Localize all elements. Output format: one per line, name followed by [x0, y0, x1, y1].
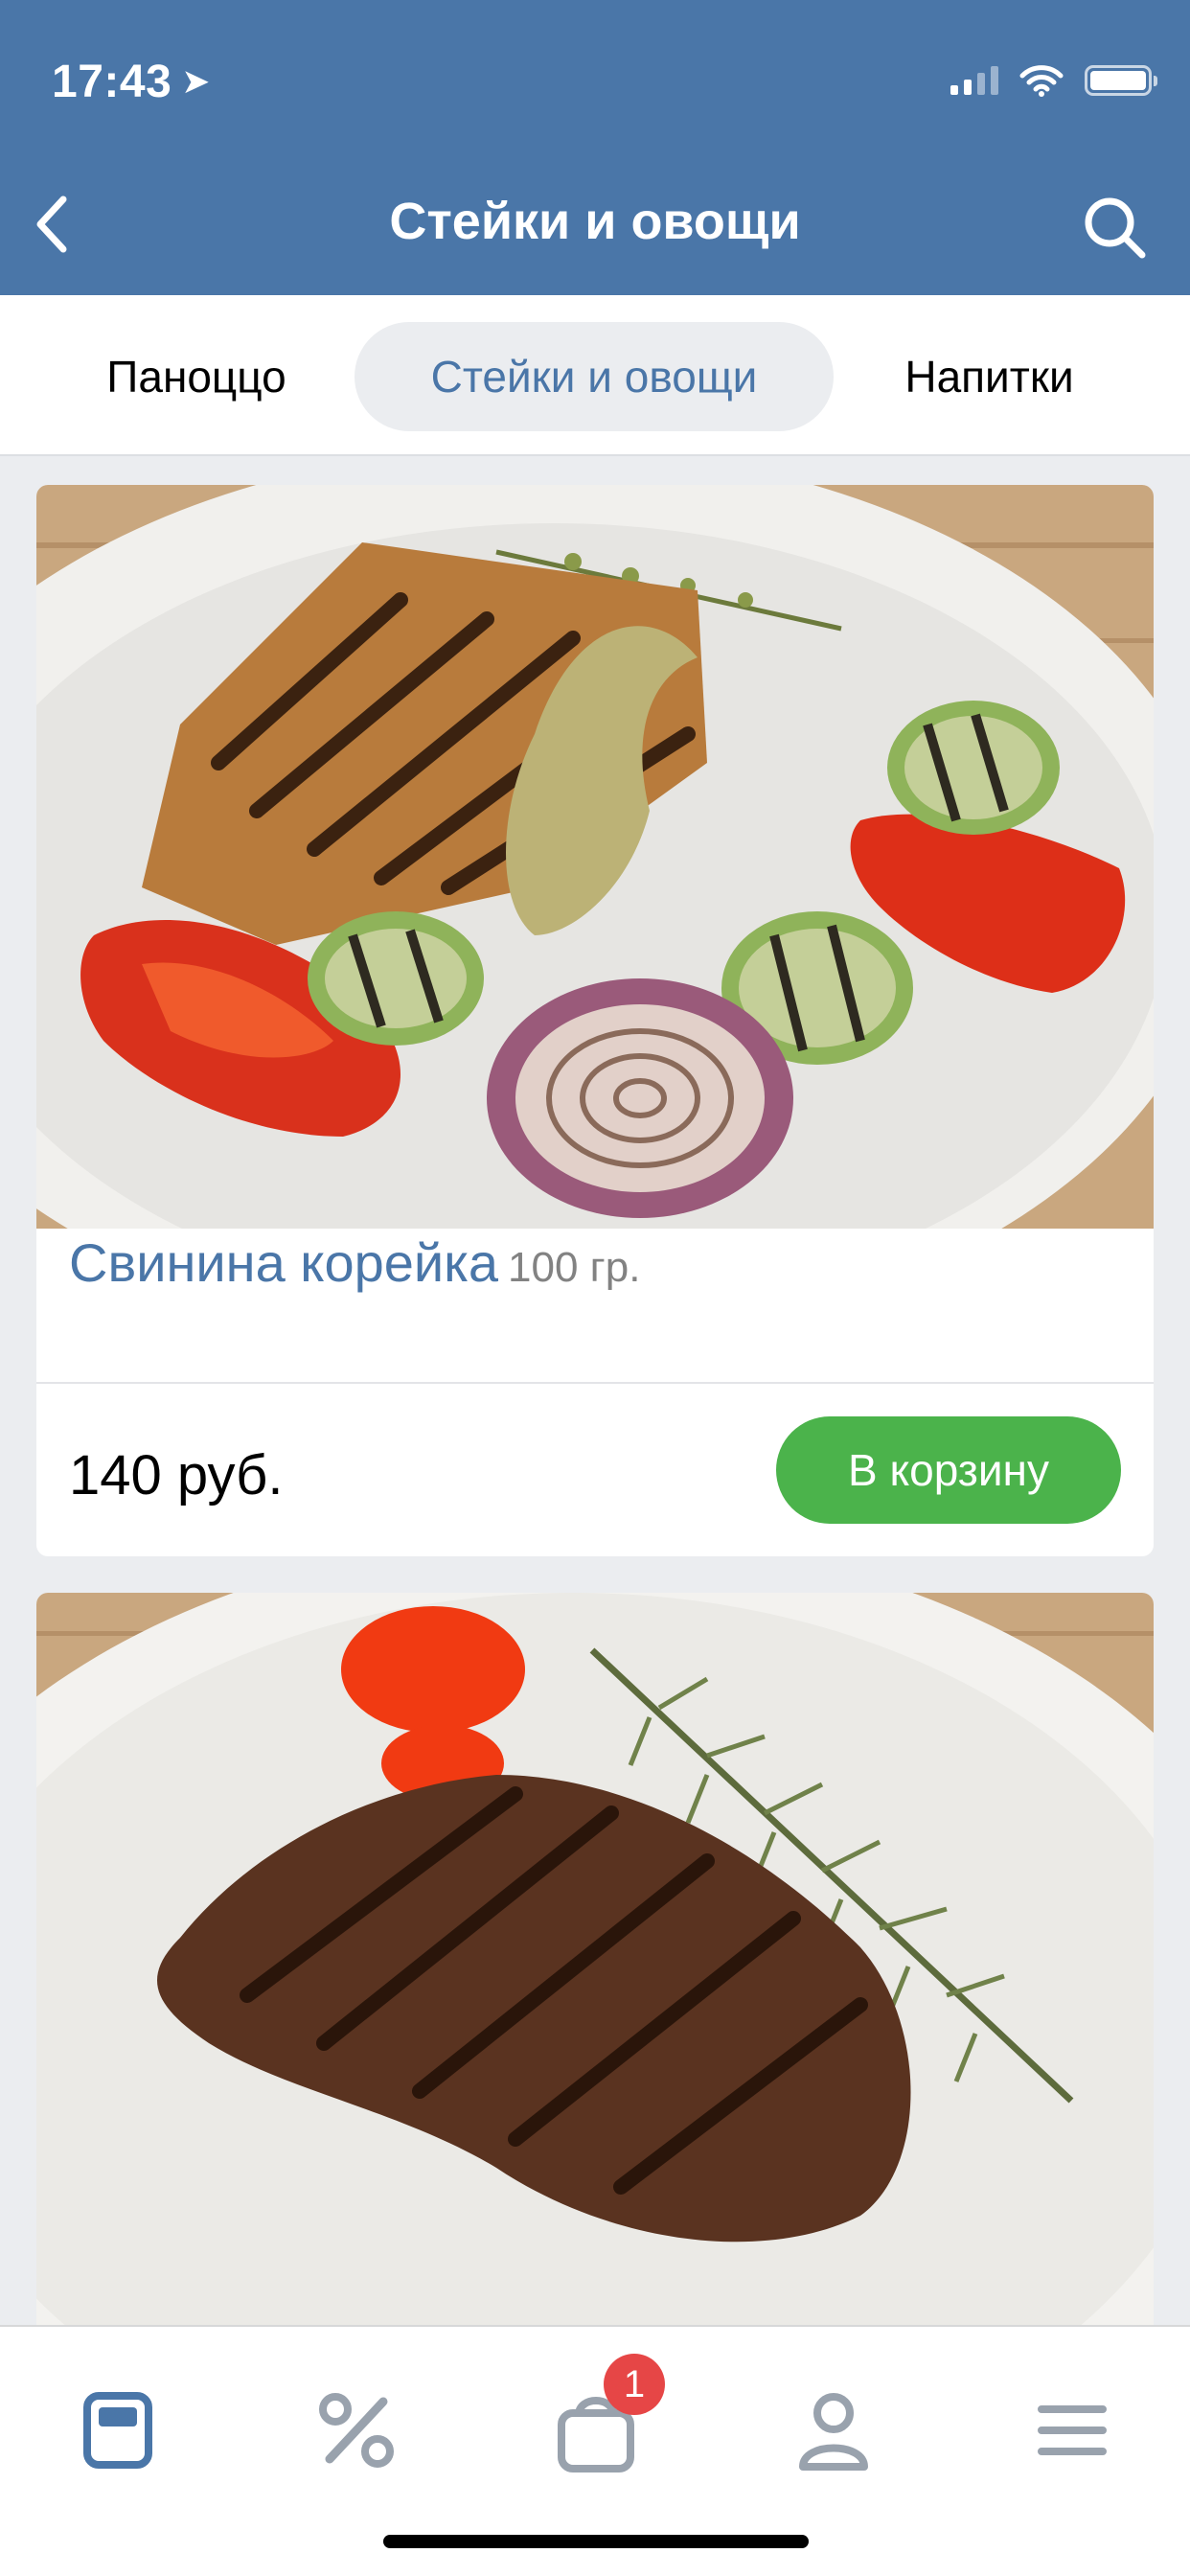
product-price: 140 руб. [69, 1444, 284, 1506]
location-arrow-icon: ➤ [181, 61, 211, 101]
tab-panozzo[interactable]: Паноццо [57, 322, 335, 431]
battery-icon [1085, 65, 1157, 96]
page-title: Стейки и овощи [389, 193, 801, 250]
cart-tab[interactable]: 1 [548, 2354, 665, 2478]
category-tabs: Паноццо Стейки и овощи Напитки [0, 295, 1190, 456]
home-indicator [383, 2535, 809, 2548]
menu-icon[interactable] [1024, 2382, 1120, 2478]
cellular-signal-icon [950, 66, 998, 95]
cart-count-badge: 1 [604, 2354, 665, 2415]
product-weight: 100 гр. [508, 1244, 641, 1291]
search-icon[interactable] [1077, 190, 1154, 266]
product-image[interactable] [36, 485, 1154, 1229]
divider [36, 1382, 1154, 1384]
profile-icon[interactable] [786, 2382, 881, 2478]
tab-drinks[interactable]: Напитки [862, 322, 1116, 431]
percent-icon[interactable] [309, 2382, 404, 2478]
product-card [36, 1593, 1154, 2325]
add-to-cart-button[interactable]: В корзину [776, 1416, 1121, 1524]
tab-steaks-vegetables[interactable]: Стейки и овощи [355, 322, 834, 431]
product-image[interactable] [36, 1593, 1154, 2325]
status-indicators [950, 59, 1157, 102]
product-card: Свинина корейка 100 гр. 140 руб. В корзин… [36, 485, 1154, 1556]
product-title-row: Свинина корейка 100 гр. [69, 1225, 640, 1306]
wifi-icon [1019, 65, 1064, 97]
status-time: 17:43 ➤ [52, 57, 211, 107]
app-header: 17:43 ➤ Стейки и овощи [0, 0, 1190, 295]
catalog-icon[interactable] [70, 2382, 166, 2478]
product-name[interactable]: Свинина корейка [69, 1232, 498, 1293]
